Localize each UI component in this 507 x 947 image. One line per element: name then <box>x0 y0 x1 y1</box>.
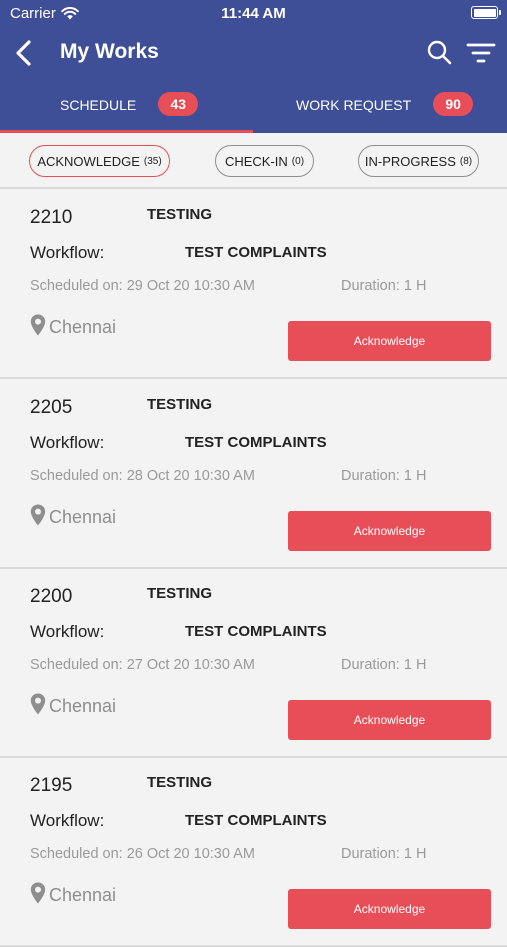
work-name: TESTING <box>147 206 213 223</box>
chevron-left-icon <box>16 40 31 66</box>
workflow-value: TEST COMPLAINTS <box>185 434 327 451</box>
status-time: 11:44 AM <box>221 5 286 22</box>
location-text: Chennai <box>49 696 117 716</box>
location-pin-icon <box>30 882 46 904</box>
app-header: Carrier 11:44 AM My Works SCHEDULE 43 WO… <box>0 0 507 133</box>
tab-schedule-label: SCHEDULE <box>60 97 137 113</box>
duration: Duration: 1 H <box>341 657 427 673</box>
work-card[interactable]: 2210 TESTING Workflow: TEST COMPLAINTS S… <box>0 191 507 379</box>
search-icon <box>427 40 452 65</box>
filter-in-progress-label: IN-PROGRESS <box>364 153 456 169</box>
tab-bar: SCHEDULE 43 WORK REQUEST 90 <box>0 88 507 133</box>
acknowledge-button[interactable]: Acknowledge <box>288 889 491 929</box>
nav-bar: My Works <box>0 32 507 74</box>
tab-work-request-label: WORK REQUEST <box>296 97 412 113</box>
tab-schedule[interactable]: SCHEDULE 43 <box>60 88 199 133</box>
scheduled-on: Scheduled on: 29 Oct 20 10:30 AM <box>30 278 255 294</box>
work-card[interactable]: 2205 TESTING Workflow: TEST COMPLAINTS S… <box>0 381 507 569</box>
work-id: 2210 <box>30 207 73 228</box>
battery-icon <box>471 6 501 19</box>
filter-icon <box>466 43 496 63</box>
filter-button[interactable] <box>465 40 497 66</box>
page-title: My Works <box>60 40 159 63</box>
location-pin-icon <box>30 504 46 526</box>
work-card[interactable]: 2195 TESTING Workflow: TEST COMPLAINTS S… <box>0 759 507 947</box>
filter-in-progress-chip[interactable]: IN-PROGRESS (8) <box>358 145 479 177</box>
location-text: Chennai <box>49 317 117 337</box>
tab-schedule-count-badge: 43 <box>158 92 199 116</box>
workflow-value: TEST COMPLAINTS <box>185 812 327 829</box>
work-card[interactable]: 2200 TESTING Workflow: TEST COMPLAINTS S… <box>0 570 507 758</box>
work-name: TESTING <box>147 396 213 413</box>
status-filter-bar: ACKNOWLEDGE (35) CHECK-IN (0) IN-PROGRES… <box>0 133 507 189</box>
scheduled-on: Scheduled on: 28 Oct 20 10:30 AM <box>30 468 255 484</box>
acknowledge-button[interactable]: Acknowledge <box>288 700 491 740</box>
acknowledge-button[interactable]: Acknowledge <box>288 511 491 551</box>
work-id: 2200 <box>30 586 73 607</box>
filter-check-in-chip[interactable]: CHECK-IN (0) <box>215 145 314 177</box>
scheduled-on: Scheduled on: 26 Oct 20 10:30 AM <box>30 846 255 862</box>
back-button[interactable] <box>10 36 40 70</box>
filter-acknowledge-label: ACKNOWLEDGE <box>37 153 140 169</box>
location-pin-icon <box>30 314 46 336</box>
workflow-label: Workflow: <box>30 433 105 452</box>
work-id: 2205 <box>30 397 73 418</box>
workflow-label: Workflow: <box>30 243 105 262</box>
search-button[interactable] <box>425 38 453 66</box>
tab-work-request[interactable]: WORK REQUEST 90 <box>296 88 474 133</box>
filter-acknowledge-chip[interactable]: ACKNOWLEDGE (35) <box>29 145 170 177</box>
location-pin-icon <box>30 693 46 715</box>
status-bar: Carrier 11:44 AM <box>0 0 507 28</box>
location-text: Chennai <box>49 885 117 905</box>
acknowledge-button[interactable]: Acknowledge <box>288 321 491 361</box>
filter-check-in-label: CHECK-IN <box>224 153 288 169</box>
filter-in-progress-count: (8) <box>459 155 473 167</box>
filter-acknowledge-count: (35) <box>143 155 162 167</box>
duration: Duration: 1 H <box>341 278 427 294</box>
workflow-label: Workflow: <box>30 811 105 830</box>
duration: Duration: 1 H <box>341 468 427 484</box>
work-name: TESTING <box>147 585 213 602</box>
duration: Duration: 1 H <box>341 846 427 862</box>
work-id: 2195 <box>30 775 73 796</box>
location-text: Chennai <box>49 507 117 527</box>
workflow-value: TEST COMPLAINTS <box>185 244 327 261</box>
workflow-value: TEST COMPLAINTS <box>185 623 327 640</box>
scheduled-on: Scheduled on: 27 Oct 20 10:30 AM <box>30 657 255 673</box>
work-name: TESTING <box>147 774 213 791</box>
tab-work-request-count-badge: 90 <box>433 92 474 116</box>
filter-check-in-count: (0) <box>291 155 305 167</box>
workflow-label: Workflow: <box>30 622 105 641</box>
